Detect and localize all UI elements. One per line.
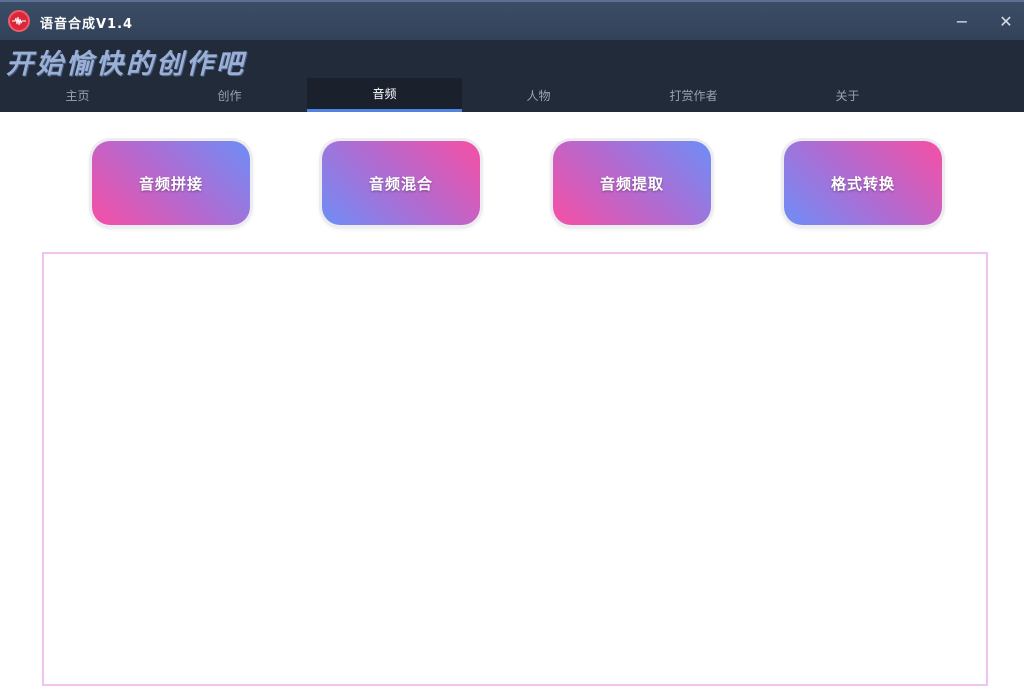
button-label: 音频提取: [599, 174, 664, 193]
close-button[interactable]: ✕: [991, 8, 1021, 34]
format-convert-button[interactable]: 格式转换: [784, 141, 942, 225]
tab-label: 主页: [65, 88, 90, 103]
tab-audio[interactable]: 音频: [307, 78, 462, 112]
title-bar[interactable]: 语音合成V1.4 − ✕: [0, 0, 1024, 40]
close-icon: ✕: [999, 11, 1013, 31]
tab-label: 创作: [217, 88, 242, 103]
window-title: 语音合成V1.4: [40, 17, 134, 32]
tab-about[interactable]: 关于: [770, 78, 925, 112]
audio-mix-button[interactable]: 音频混合: [322, 141, 480, 225]
slogan-banner: 开始愉快的创作吧: [6, 49, 246, 80]
audio-concat-button[interactable]: 音频拼接: [92, 141, 250, 225]
tab-create[interactable]: 创作: [152, 78, 307, 112]
minimize-icon: −: [955, 11, 969, 31]
audio-extract-button[interactable]: 音频提取: [553, 141, 711, 225]
tab-characters[interactable]: 人物: [461, 78, 616, 112]
audio-wave-icon: [8, 10, 30, 32]
tab-tip-author[interactable]: 打赏作者: [616, 78, 771, 112]
minimize-button[interactable]: −: [947, 8, 977, 34]
tab-label: 关于: [835, 88, 860, 103]
tab-label: 人物: [526, 88, 551, 103]
button-label: 音频拼接: [138, 174, 203, 193]
app-window: 语音合成V1.4 − ✕ 开始愉快的创作吧 主页 创作 音频 人物 打赏作者 关…: [0, 0, 1024, 689]
app-header: 开始愉快的创作吧 主页 创作 音频 人物 打赏作者 关于: [0, 40, 1024, 112]
button-label: 音频混合: [368, 174, 433, 193]
button-label: 格式转换: [830, 174, 895, 193]
tab-home[interactable]: 主页: [0, 78, 155, 112]
tab-label: 音频: [372, 87, 397, 101]
tab-label: 打赏作者: [669, 88, 718, 103]
tab-bar: 主页 创作 音频 人物 打赏作者 关于: [0, 78, 1024, 112]
content-panel[interactable]: [42, 252, 988, 686]
